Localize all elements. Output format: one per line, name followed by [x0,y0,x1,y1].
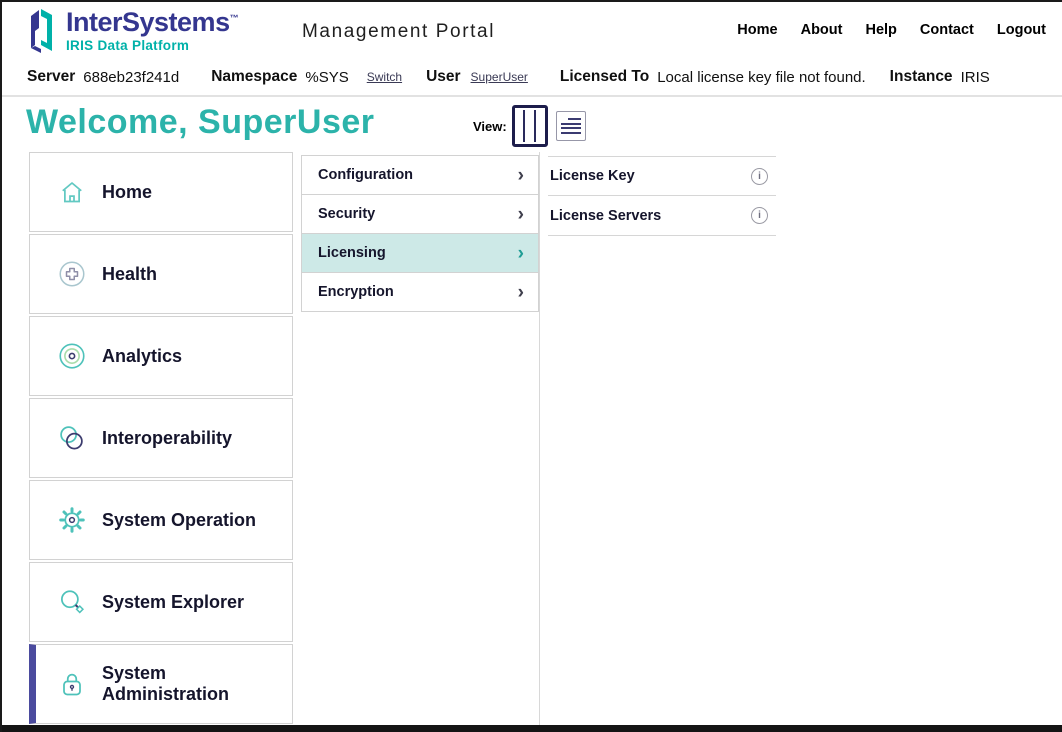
column-divider [539,152,540,725]
sidebar-item-label: System Operation [102,510,256,531]
welcome-heading: Welcome, SuperUser [26,103,375,142]
chevron-right-icon: › [518,283,524,302]
menu-item-license-servers[interactable]: License Servers i [548,196,776,236]
sidebar-item-label: Health [102,264,157,285]
menu-area: Home Health Analytics [2,152,1062,725]
home-icon [57,177,87,207]
server-info-bar: Server 688eb23f241d Namespace %SYS Switc… [2,59,1062,97]
info-icon[interactable]: i [751,168,768,185]
submenu-level2: Configuration › Security › Licensing › E… [301,155,539,312]
namespace-label: Namespace [211,68,297,86]
sidebar-level1: Home Health Analytics [29,152,293,726]
analytics-icon [57,341,87,371]
info-icon[interactable]: i [751,207,768,224]
nav-contact-link[interactable]: Contact [920,22,974,38]
user-label: User [426,68,460,86]
sidebar-item-label: System Administration [102,663,292,705]
intersystems-logo: InterSystems™ IRIS Data Platform [25,7,238,55]
nav-home-link[interactable]: Home [737,22,777,38]
chevron-right-icon: › [518,244,524,263]
sidebar-item-label: System Explorer [102,592,244,613]
top-nav: Home About Help Contact Logout [737,22,1046,38]
menu-item-encryption[interactable]: Encryption › [301,272,539,312]
brand-subtitle: IRIS Data Platform [66,38,238,53]
licensed-to-label: Licensed To [560,68,649,86]
intersystems-bracket-icon [25,7,61,55]
server-value: 688eb23f241d [83,69,179,86]
server-label: Server [27,68,75,86]
health-icon [57,259,87,289]
brand-text: InterSystems™ IRIS Data Platform [66,9,238,53]
trademark: ™ [230,13,239,23]
sidebar-item-label: Interoperability [102,428,232,449]
sidebar-item-system-administration[interactable]: System Administration [29,644,293,724]
sidebar-item-system-operation[interactable]: System Operation [29,480,293,560]
sidebar-item-health[interactable]: Health [29,234,293,314]
system-operation-icon [57,505,87,535]
instance-label: Instance [890,68,953,86]
sidebar-item-label: Home [102,182,152,203]
list-view-button[interactable] [556,111,586,141]
chevron-right-icon: › [518,166,524,185]
switch-namespace-link[interactable]: Switch [367,70,402,84]
brand-name: InterSystems™ [66,9,238,36]
view-switcher: View: [473,105,586,147]
nav-about-link[interactable]: About [801,22,843,38]
top-header: InterSystems™ IRIS Data Platform Managem… [2,2,1062,59]
columns-view-button[interactable] [512,105,548,147]
menu-item-license-key[interactable]: License Key i [548,156,776,196]
nav-help-link[interactable]: Help [865,22,896,38]
chevron-right-icon: › [518,205,524,224]
user-link[interactable]: SuperUser [471,70,528,84]
view-label: View: [473,119,507,134]
system-explorer-icon [57,587,87,617]
licensed-to-value: Local license key file not found. [657,69,865,86]
management-portal-window: InterSystems™ IRIS Data Platform Managem… [0,0,1062,732]
sidebar-item-analytics[interactable]: Analytics [29,316,293,396]
nav-logout-link[interactable]: Logout [997,22,1046,38]
page-title: Management Portal [302,21,495,43]
list-view-icon [568,118,580,120]
bottom-edge-bar [2,725,1062,732]
submenu-level3: License Key i License Servers i [548,156,776,236]
namespace-value: %SYS [305,69,348,86]
system-administration-icon [57,669,87,699]
menu-item-licensing[interactable]: Licensing › [301,233,539,273]
menu-item-security[interactable]: Security › [301,194,539,234]
menu-item-configuration[interactable]: Configuration › [301,155,539,195]
columns-view-icon [523,110,525,142]
welcome-section: Welcome, SuperUser View: [2,99,1062,152]
sidebar-item-label: Analytics [102,346,182,367]
sidebar-item-interoperability[interactable]: Interoperability [29,398,293,478]
sidebar-item-system-explorer[interactable]: System Explorer [29,562,293,642]
sidebar-item-home[interactable]: Home [29,152,293,232]
interoperability-icon [57,423,87,453]
instance-value: IRIS [961,69,990,86]
